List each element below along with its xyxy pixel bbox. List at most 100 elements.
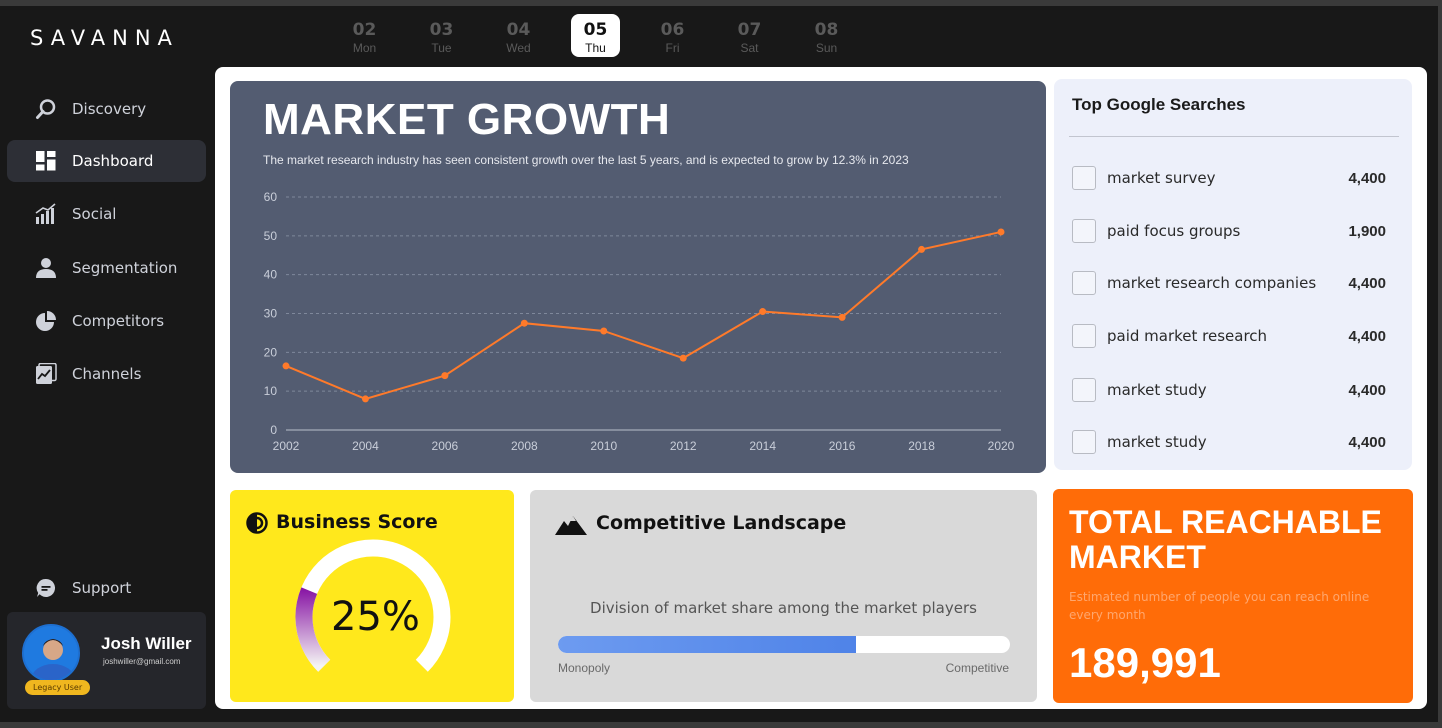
day-name: Sat — [740, 41, 759, 55]
search-checkbox[interactable] — [1072, 324, 1096, 348]
day-tue[interactable]: 03 Tue — [417, 14, 466, 57]
app-logo: SAVANNA — [30, 26, 179, 50]
data-point — [361, 395, 369, 403]
day-wed[interactable]: 04 Wed — [494, 14, 543, 57]
sidebar-item-label: Dashboard — [72, 152, 154, 170]
search-term: market study — [1107, 381, 1207, 399]
day-number: 07 — [737, 20, 762, 40]
day-thu[interactable]: 05 Thu — [571, 14, 620, 57]
day-sun[interactable]: 08 Sun — [802, 14, 851, 57]
search-count: 4,400 — [1348, 433, 1386, 451]
data-point — [759, 308, 767, 316]
channels-icon — [35, 363, 57, 385]
y-tick-label: 60 — [264, 190, 278, 204]
top-searches-title: Top Google Searches — [1072, 95, 1246, 114]
sidebar-item-channels[interactable]: Channels — [7, 353, 206, 395]
sidebar-item-social[interactable]: Social — [7, 193, 206, 235]
x-tick-label: 2020 — [988, 439, 1015, 453]
search-checkbox[interactable] — [1072, 219, 1096, 243]
day-sat[interactable]: 07 Sat — [725, 14, 774, 57]
sidebar-item-competitors[interactable]: Competitors — [7, 300, 206, 342]
market-share-bar — [558, 636, 1010, 653]
y-tick-label: 40 — [264, 268, 278, 282]
day-name: Fri — [665, 41, 680, 55]
day-number: 06 — [660, 20, 685, 40]
competitive-landscape-card: Competitive Landscape Division of market… — [530, 490, 1037, 702]
search-row: market research companies 4,400 — [1072, 270, 1386, 296]
sidebar-item-label: Competitors — [72, 312, 165, 330]
sidebar-item-label: Channels — [72, 365, 142, 383]
pie-chart-icon — [35, 310, 57, 332]
day-name: Mon — [352, 41, 377, 55]
status-badge: Legacy User — [25, 680, 91, 695]
search-checkbox[interactable] — [1072, 378, 1096, 402]
search-checkbox[interactable] — [1072, 271, 1096, 295]
sidebar-item-dashboard[interactable]: Dashboard — [7, 140, 206, 182]
search-checkbox[interactable] — [1072, 166, 1096, 190]
divider — [1069, 136, 1399, 137]
sidebar-item-label: Support — [72, 579, 132, 597]
x-tick-label: 2004 — [352, 439, 379, 453]
day-name: Tue — [431, 41, 452, 55]
user-name: Josh Willer — [101, 634, 192, 653]
day-mon[interactable]: 02 Mon — [340, 14, 389, 57]
search-term: market survey — [1107, 169, 1216, 187]
chat-icon — [35, 577, 57, 599]
data-point — [282, 362, 290, 370]
user-icon — [35, 257, 57, 279]
day-number: 02 — [352, 20, 377, 40]
y-tick-label: 0 — [270, 423, 277, 437]
y-tick-label: 20 — [264, 345, 278, 359]
search-term: market research companies — [1107, 274, 1317, 292]
sidebar-item-segmentation[interactable]: Segmentation — [7, 247, 206, 289]
search-row: paid focus groups 1,900 — [1072, 218, 1386, 244]
search-icon — [35, 98, 57, 120]
business-score-value: 25% — [331, 594, 420, 640]
competitive-landscape-title: Competitive Landscape — [596, 512, 847, 534]
x-tick-label: 2018 — [908, 439, 935, 453]
data-point — [600, 327, 608, 335]
competitive-landscape-subtitle: Division of market share among the marke… — [590, 599, 977, 617]
day-number: 04 — [506, 20, 531, 40]
x-tick-label: 2002 — [273, 439, 300, 453]
sidebar-item-support[interactable]: Support — [7, 567, 206, 609]
day-number: 08 — [814, 20, 839, 40]
x-tick-label: 2010 — [590, 439, 617, 453]
x-tick-label: 2016 — [829, 439, 856, 453]
search-checkbox[interactable] — [1072, 430, 1096, 454]
day-name: Sun — [815, 41, 838, 55]
y-tick-label: 50 — [264, 229, 278, 243]
business-score-title: Business Score — [276, 511, 438, 533]
top-searches-card: Top Google Searches market survey 4,400 pa… — [1054, 79, 1412, 470]
data-point — [997, 228, 1005, 236]
bar-chart-icon — [35, 203, 57, 225]
sidebar-item-label: Discovery — [72, 100, 147, 118]
search-row: market study 4,400 — [1072, 429, 1386, 455]
mountain-icon — [555, 513, 587, 540]
y-tick-label: 30 — [264, 307, 278, 321]
search-row: paid market research 4,400 — [1072, 323, 1386, 349]
sidebar-item-label: Segmentation — [72, 259, 178, 277]
search-count: 4,400 — [1348, 274, 1386, 292]
monopoly-label: Monopoly — [558, 661, 611, 675]
sidebar-item-discovery[interactable]: Discovery — [7, 88, 206, 130]
total-reachable-market-title: TOTAL REACHABLE MARKET — [1069, 504, 1382, 575]
data-point — [679, 354, 687, 362]
x-tick-label: 2014 — [749, 439, 776, 453]
user-card[interactable]: Legacy User Josh Willer joshwiller@gmail… — [7, 612, 206, 709]
search-term: paid focus groups — [1107, 222, 1241, 240]
day-name: Thu — [585, 41, 606, 55]
search-count: 4,400 — [1348, 327, 1386, 345]
search-count: 1,900 — [1348, 222, 1386, 240]
dashboard-main: MARKET GROWTH The market research indust… — [215, 67, 1427, 709]
series-line — [285, 230, 1002, 400]
business-score-card: Business Score 25% — [230, 490, 514, 702]
data-point — [838, 313, 846, 321]
search-row: market survey 4,400 — [1072, 165, 1386, 191]
day-fri[interactable]: 06 Fri — [648, 14, 697, 57]
search-term: paid market research — [1107, 327, 1268, 345]
market-share-bar-fill — [558, 636, 857, 653]
search-row: market study 4,400 — [1072, 377, 1386, 403]
data-point — [918, 245, 926, 253]
x-tick-label: 2006 — [432, 439, 459, 453]
